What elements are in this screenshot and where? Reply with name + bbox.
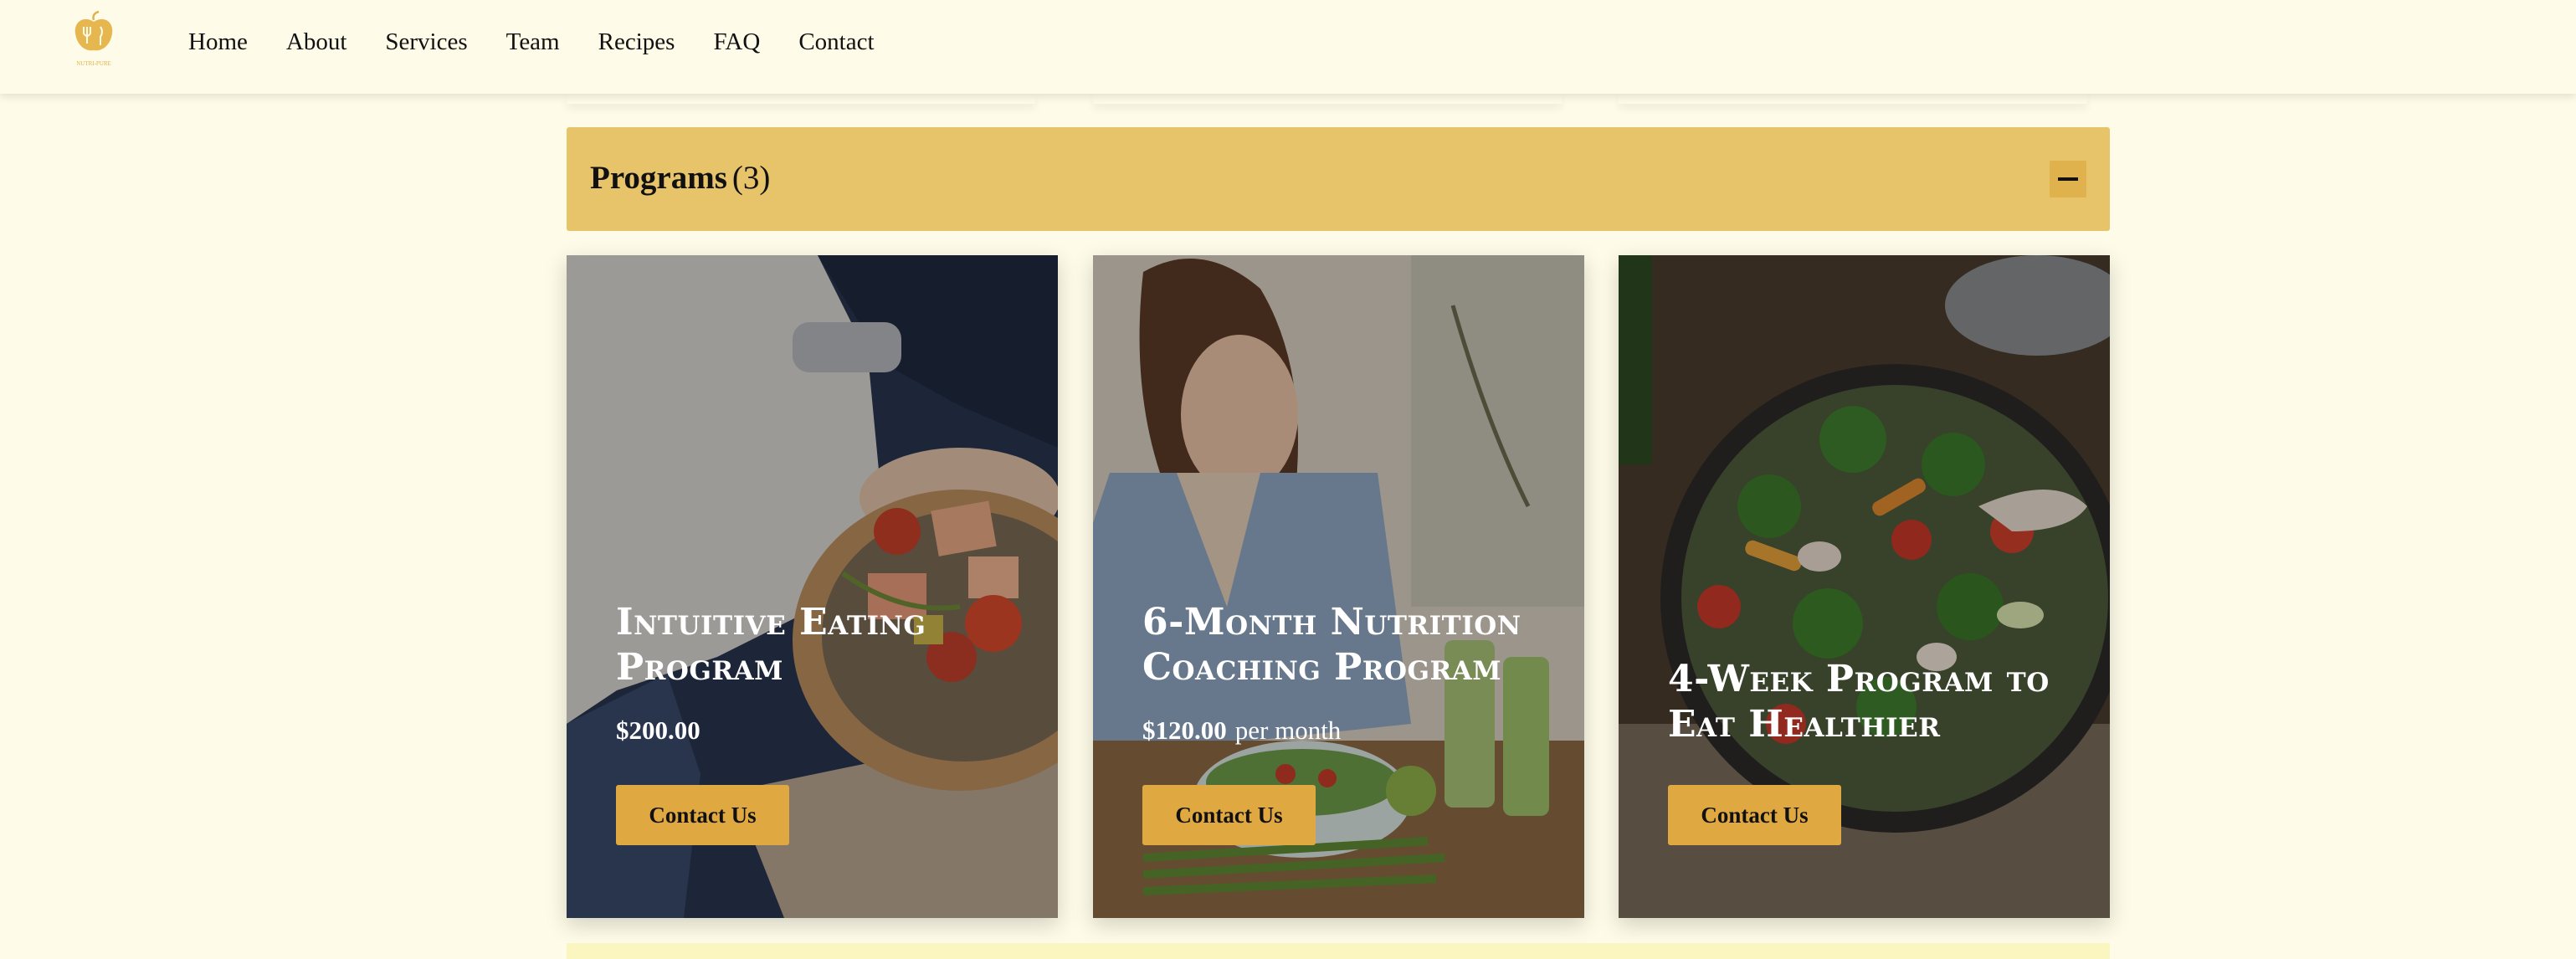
price-amount: $200.00 <box>616 715 700 745</box>
nav-home[interactable]: Home <box>188 28 248 56</box>
nav-recipes[interactable]: Recipes <box>598 28 675 56</box>
nav-services[interactable]: Services <box>385 28 467 56</box>
contact-us-button[interactable]: Contact Us <box>616 785 789 845</box>
svg-text:NUTRI-PURE: NUTRI-PURE <box>76 60 111 67</box>
previous-card-shadow <box>567 94 1035 104</box>
contact-us-button[interactable]: Contact Us <box>1142 785 1316 845</box>
next-section-edge <box>567 943 2110 959</box>
price-amount: $120.00 <box>1142 715 1227 745</box>
collapse-toggle-button[interactable] <box>2050 161 2086 197</box>
previous-card-shadow <box>1619 94 2087 104</box>
previous-card-shadow <box>1093 94 1562 104</box>
nav-about[interactable]: About <box>286 28 347 56</box>
program-card: 6-Month Nutrition Coaching Program $120.… <box>1093 255 1584 918</box>
program-price: $120.00 per month <box>1142 715 1341 746</box>
accordion-title: Programs (3) <box>590 159 770 197</box>
apple-logo-icon[interactable]: NUTRI-PURE <box>67 10 121 69</box>
minus-icon <box>2058 177 2078 181</box>
nav-contact[interactable]: Contact <box>798 28 874 56</box>
main-nav: Home About Services Team Recipes FAQ Con… <box>188 0 913 84</box>
program-title: 6-Month Nutrition Coaching Program <box>1142 601 1521 689</box>
program-card: 4-Week Program to Eat Healthier Contact … <box>1619 255 2110 918</box>
nav-faq[interactable]: FAQ <box>713 28 760 56</box>
program-card: Intuitive Eating Program $200.00 Contact… <box>567 255 1058 918</box>
contact-us-button[interactable]: Contact Us <box>1668 785 1841 845</box>
accordion-count: (3) <box>731 160 771 196</box>
accordion-title-text: Programs <box>590 160 727 196</box>
nav-team[interactable]: Team <box>506 28 560 56</box>
site-header: NUTRI-PURE Home About Services Team Reci… <box>0 0 2576 94</box>
price-period: per month <box>1234 715 1342 745</box>
program-price: $200.00 <box>616 715 709 746</box>
program-title: 4-Week Program to Eat Healthier <box>1668 658 2050 746</box>
program-title: Intuitive Eating Program <box>616 601 926 689</box>
programs-accordion-header[interactable]: Programs (3) <box>567 127 2110 231</box>
